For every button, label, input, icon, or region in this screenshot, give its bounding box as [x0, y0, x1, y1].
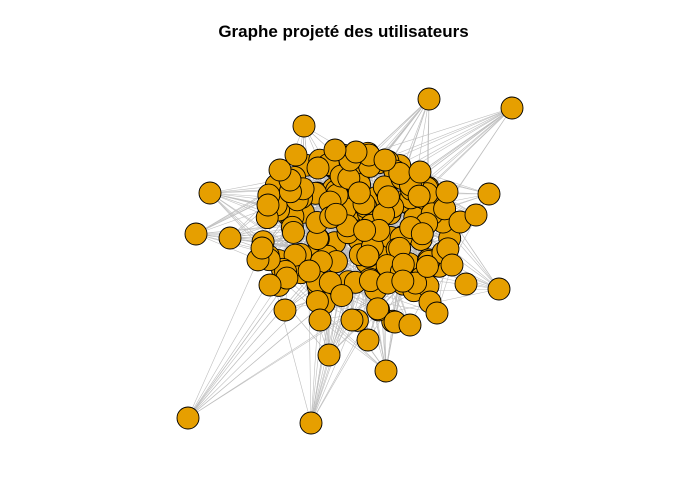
- graph-node: [256, 193, 280, 217]
- graph-node: [417, 87, 441, 111]
- graph-node: [487, 277, 511, 301]
- graph-node: [356, 328, 380, 352]
- graph-node: [299, 411, 323, 435]
- graph-node: [250, 236, 274, 260]
- graph-node: [344, 140, 368, 164]
- graph-node: [340, 308, 364, 332]
- edge: [187, 259, 259, 419]
- graph-node: [184, 222, 208, 246]
- graph-node: [376, 185, 400, 209]
- graph-node: [408, 160, 432, 184]
- graph-node: [407, 184, 431, 208]
- graph-node: [464, 203, 488, 227]
- graph-node: [323, 138, 347, 162]
- graph-node: [281, 221, 305, 244]
- plot-area: Graphe projeté des utilisateurs: [0, 0, 687, 482]
- graph-node: [324, 202, 348, 226]
- graph-node: [454, 272, 478, 296]
- graph-node: [353, 218, 377, 242]
- graph-node: [500, 96, 524, 120]
- graph-node: [425, 301, 449, 325]
- graph-node: [258, 273, 282, 297]
- graph-node: [284, 143, 308, 167]
- graph-node: [398, 313, 422, 337]
- graph-node: [435, 180, 459, 204]
- graph-node: [415, 254, 439, 278]
- graph-node: [374, 359, 398, 383]
- graph-node: [306, 156, 330, 180]
- graph-node: [347, 181, 371, 205]
- graph-node: [477, 182, 501, 206]
- graph-node: [218, 226, 242, 250]
- graph-node: [273, 298, 297, 322]
- graph-node: [292, 114, 316, 138]
- graph-node: [410, 222, 434, 246]
- graph-node: [373, 148, 397, 172]
- graph-node: [198, 181, 222, 205]
- graph-node: [391, 269, 415, 293]
- graph-node: [356, 244, 380, 268]
- graph-node: [308, 308, 332, 332]
- graph-node: [297, 259, 321, 283]
- graph-node: [330, 284, 354, 307]
- graph-node: [317, 343, 341, 367]
- graph-node: [176, 406, 200, 430]
- graph-node: [440, 253, 464, 277]
- network-graph: [176, 87, 524, 435]
